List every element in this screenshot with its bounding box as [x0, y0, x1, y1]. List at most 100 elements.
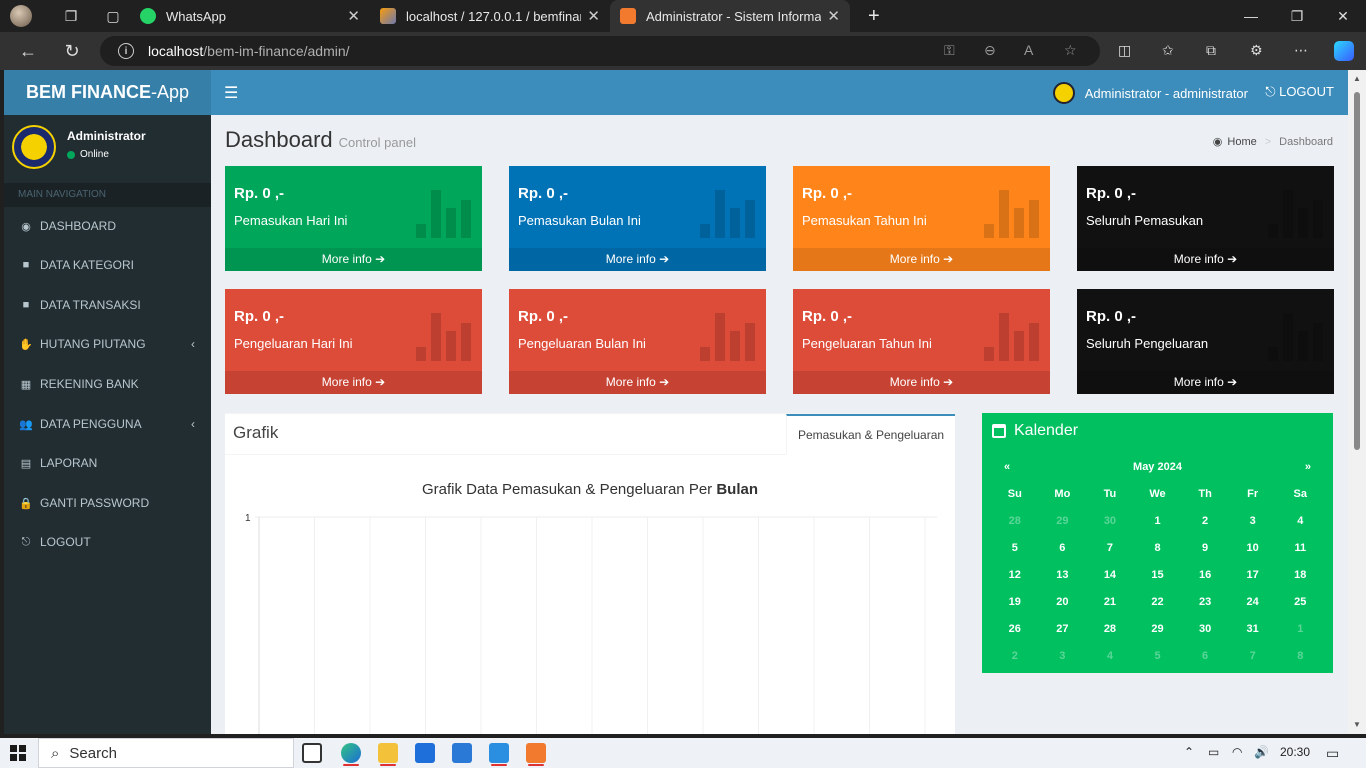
scroll-down-icon[interactable]: ▼ [1353, 720, 1361, 729]
close-window-button[interactable]: ✕ [1320, 0, 1366, 32]
more-menu-icon[interactable]: ⋯ [1294, 42, 1308, 59]
windows-start-icon[interactable] [10, 745, 26, 761]
sidebar-item-data-transaksi[interactable]: ■ DATA TRANSAKSI [4, 286, 211, 324]
calendar-day[interactable]: 20 [1039, 596, 1087, 608]
calendar-day[interactable]: 30 [1086, 515, 1134, 527]
calendar-day[interactable]: 18 [1276, 569, 1324, 581]
store-icon[interactable] [415, 743, 435, 763]
calendar-day[interactable]: 26 [991, 623, 1039, 635]
calendar-day[interactable]: 3 [1039, 650, 1087, 662]
calendar-day[interactable]: 21 [1086, 596, 1134, 608]
sidebar-item-data-pengguna[interactable]: 👥 DATA PENGGUNA ‹ [4, 405, 211, 443]
split-screen-icon[interactable]: ◫ [1118, 42, 1131, 59]
calendar-day[interactable]: 5 [991, 542, 1039, 554]
breadcrumb-home[interactable]: Home [1227, 136, 1256, 148]
tab-phpmyadmin[interactable]: localhost / 127.0.0.1 / bemfinanc ✕ [370, 0, 610, 32]
calendar-day[interactable]: 2 [991, 650, 1039, 662]
calendar-day[interactable]: 23 [1181, 596, 1229, 608]
tab-admin[interactable]: Administrator - Sistem Informasi ✕ [610, 0, 850, 32]
calendar-day[interactable]: 15 [1134, 569, 1182, 581]
calendar-day[interactable]: 11 [1276, 542, 1324, 554]
calendar-day[interactable]: 1 [1276, 623, 1324, 635]
volume-icon[interactable]: 🔊 [1254, 745, 1269, 759]
sidebar-toggle-icon[interactable]: ☰ [224, 83, 238, 103]
sidebar-item-hutang-piutang[interactable]: ✋ HUTANG PIUTANG ‹ [4, 325, 211, 363]
calendar-day[interactable]: 6 [1039, 542, 1087, 554]
page-scrollbar[interactable]: ▲ ▼ [1348, 70, 1366, 734]
site-info-icon[interactable]: i [118, 43, 134, 59]
new-tab-button[interactable]: + [858, 0, 890, 32]
zoom-out-icon[interactable]: ⊖ [984, 42, 996, 59]
close-tab-icon[interactable]: ✕ [827, 7, 840, 25]
calendar-day[interactable]: 7 [1229, 650, 1277, 662]
read-aloud-icon[interactable]: A [1024, 42, 1033, 58]
extensions-icon[interactable]: ⚙ [1250, 42, 1263, 59]
calendar-day[interactable]: 6 [1181, 650, 1229, 662]
calendar-day[interactable]: 28 [991, 515, 1039, 527]
calendar-day[interactable]: 3 [1229, 515, 1277, 527]
calendar-day[interactable]: 31 [1229, 623, 1277, 635]
more-info-link[interactable]: More info ➔ [509, 248, 766, 271]
tab-actions-icon[interactable]: ▢ [102, 5, 124, 27]
xampp-taskbar-icon[interactable] [526, 743, 546, 763]
logout-button[interactable]: ⎋ LOGOUT [1265, 84, 1334, 100]
wifi-icon[interactable]: ◠ [1232, 745, 1242, 759]
calendar-day[interactable]: 29 [1134, 623, 1182, 635]
calendar-day[interactable]: 9 [1181, 542, 1229, 554]
calendar-day[interactable]: 19 [991, 596, 1039, 608]
scroll-up-icon[interactable]: ▲ [1353, 74, 1361, 83]
sidebar-item-logout[interactable]: ⎋ LOGOUT [4, 523, 211, 561]
scrollbar-thumb[interactable] [1354, 92, 1360, 450]
more-info-link[interactable]: More info ➔ [793, 371, 1050, 394]
back-button[interactable]: ← [14, 39, 42, 63]
collections-icon[interactable]: ⧉ [1206, 42, 1216, 59]
mail-icon[interactable] [452, 743, 472, 763]
sidebar-item-laporan[interactable]: ▤ LAPORAN [4, 444, 211, 482]
close-tab-icon[interactable]: ✕ [587, 7, 600, 25]
more-info-link[interactable]: More info ➔ [1077, 371, 1334, 394]
close-tab-icon[interactable]: ✕ [347, 7, 360, 25]
calendar-day[interactable]: 29 [1039, 515, 1087, 527]
app-logo[interactable]: BEM FINANCE -App [4, 70, 211, 115]
calendar-day[interactable]: 8 [1134, 542, 1182, 554]
calendar-day[interactable]: 4 [1276, 515, 1324, 527]
sidebar-item-data-kategori[interactable]: ■ DATA KATEGORI [4, 246, 211, 284]
taskbar-search[interactable]: ⌕ Search [38, 738, 294, 768]
calendar-day[interactable]: 8 [1276, 650, 1324, 662]
tab-pemasukan-pengeluaran[interactable]: Pemasukan & Pengeluaran [786, 414, 955, 454]
sidebar-item-dashboard[interactable]: ◉ DASHBOARD [4, 207, 211, 245]
calendar-day[interactable]: 25 [1276, 596, 1324, 608]
calendar-day[interactable]: 5 [1134, 650, 1182, 662]
vscode-icon[interactable] [489, 743, 509, 763]
maximize-button[interactable]: ❐ [1274, 0, 1320, 32]
calendar-day[interactable]: 22 [1134, 596, 1182, 608]
more-info-link[interactable]: More info ➔ [225, 248, 482, 271]
tab-whatsapp[interactable]: WhatsApp ✕ [130, 0, 370, 32]
calendar-day[interactable]: 27 [1039, 623, 1087, 635]
prev-month-button[interactable]: « [1004, 461, 1010, 473]
calendar-day[interactable]: 10 [1229, 542, 1277, 554]
calendar-day[interactable]: 13 [1039, 569, 1087, 581]
calendar-day[interactable]: 17 [1229, 569, 1277, 581]
key-icon[interactable]: ⚿ [944, 42, 955, 59]
calendar-day[interactable]: 30 [1181, 623, 1229, 635]
sidebar-item-rekening-bank[interactable]: ▦ REKENING BANK [4, 365, 211, 403]
chevron-up-icon[interactable]: ⌃ [1184, 745, 1194, 759]
favorite-star-icon[interactable]: ☆ [1064, 42, 1077, 59]
copilot-icon[interactable] [1334, 41, 1354, 61]
edge-icon[interactable] [341, 743, 361, 763]
calendar-day[interactable]: 14 [1086, 569, 1134, 581]
file-explorer-icon[interactable] [378, 743, 398, 763]
clock-time[interactable]: 20:30 [1280, 745, 1310, 759]
task-view-icon[interactable] [302, 743, 322, 763]
more-info-link[interactable]: More info ➔ [225, 371, 482, 394]
more-info-link[interactable]: More info ➔ [509, 371, 766, 394]
calendar-day[interactable]: 1 [1134, 515, 1182, 527]
battery-icon[interactable]: ▭ [1208, 745, 1219, 759]
sidebar-item-ganti-password[interactable]: 🔒 GANTI PASSWORD [4, 484, 211, 522]
more-info-link[interactable]: More info ➔ [1077, 248, 1334, 271]
calendar-day[interactable]: 7 [1086, 542, 1134, 554]
calendar-day[interactable]: 16 [1181, 569, 1229, 581]
refresh-button[interactable]: ↻ [58, 39, 86, 63]
profile-avatar[interactable] [10, 5, 32, 27]
